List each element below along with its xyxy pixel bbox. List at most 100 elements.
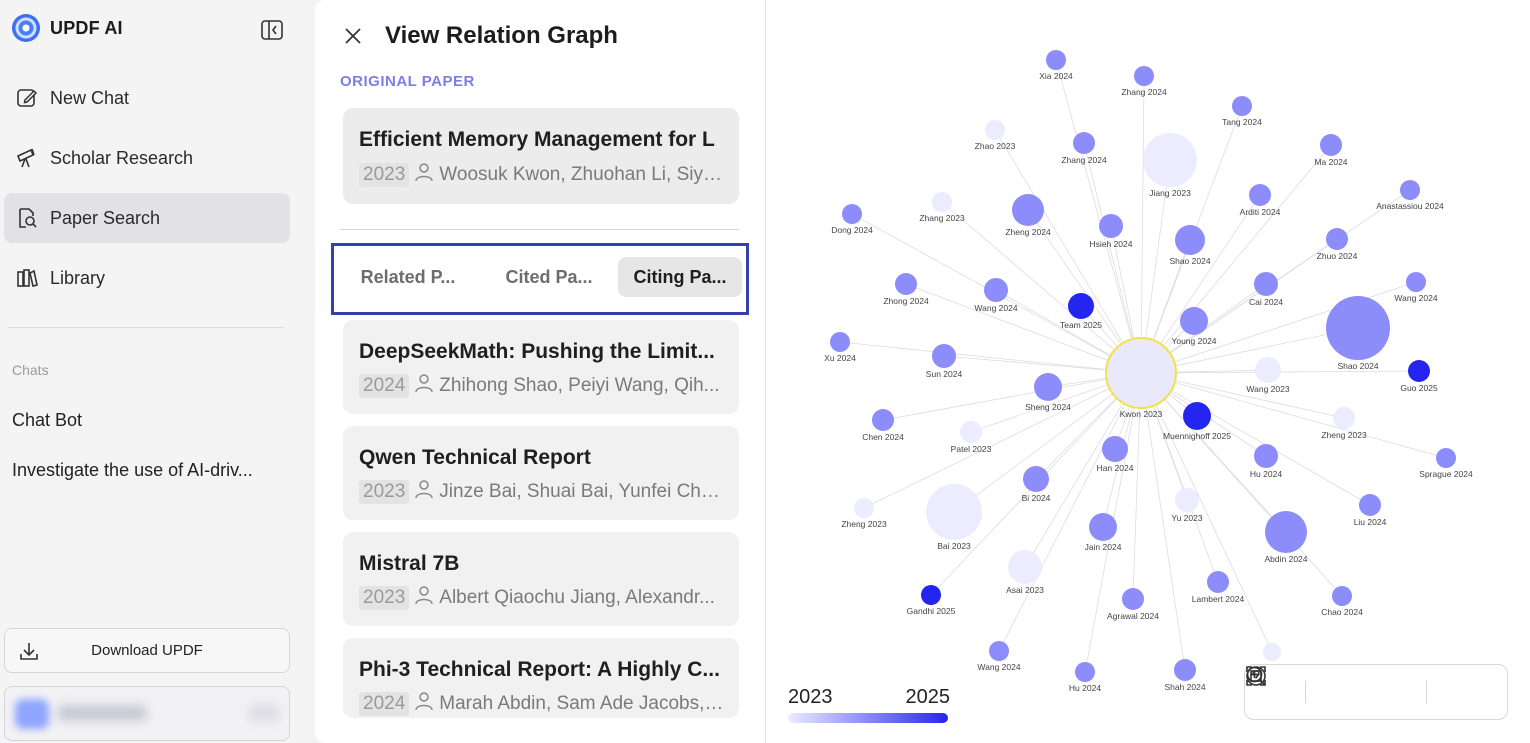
collapse-sidebar-icon[interactable] (261, 20, 283, 40)
sidebar-item-label: Paper Search (50, 207, 161, 228)
graph-node[interactable] (921, 585, 941, 605)
graph-node[interactable] (985, 120, 1005, 140)
graph-node-label: Sun 2024 (926, 369, 963, 379)
graph-node[interactable] (1400, 180, 1420, 200)
zoom-in-icon[interactable] (1246, 666, 1366, 712)
graph-node[interactable] (1008, 550, 1042, 584)
graph-node[interactable] (1046, 50, 1066, 70)
graph-node[interactable] (1180, 307, 1208, 335)
graph-node[interactable] (1183, 402, 1211, 430)
paper-card[interactable]: Qwen Technical Report 2023 Jinze Bai, Sh… (343, 426, 739, 520)
graph-node[interactable] (1232, 96, 1252, 116)
graph-node[interactable] (1332, 586, 1352, 606)
graph-node[interactable] (984, 278, 1008, 302)
graph-node-label: Zheng 2024 (1005, 227, 1051, 237)
graph-node-label: Liu 2024 (1354, 517, 1387, 527)
graph-node[interactable] (830, 332, 850, 352)
graph-node[interactable] (1249, 184, 1271, 206)
graph-node[interactable] (1359, 494, 1381, 516)
graph-node[interactable] (872, 409, 894, 431)
sidebar-item-library[interactable]: Library (4, 253, 290, 303)
graph-node-label: Zhang 2024 (1061, 155, 1107, 165)
relation-graph-panel: View Relation Graph ORIGINAL PAPER Effic… (315, 0, 765, 743)
graph-node[interactable] (1034, 373, 1062, 401)
person-icon (415, 585, 434, 611)
help-icon[interactable] (1246, 666, 1487, 712)
graph-node[interactable] (1408, 360, 1430, 382)
sidebar-item-scholar-research[interactable]: Scholar Research (4, 133, 290, 183)
graph-node[interactable] (1102, 436, 1128, 462)
graph-node[interactable] (926, 484, 982, 540)
graph-node[interactable] (1406, 272, 1426, 292)
paper-title: Phi-3 Technical Report: A Highly C... (359, 658, 720, 681)
graph-node-label: Cai 2024 (1249, 297, 1283, 307)
paper-authors: Jinze Bai, Shuai Bai, Yunfei Chu, ... (439, 481, 725, 502)
graph-node-label: Zhao 2023 (975, 141, 1016, 151)
graph-node[interactable] (895, 273, 917, 295)
graph-node[interactable] (1143, 133, 1197, 187)
graph-node[interactable] (1122, 588, 1144, 610)
graph-node[interactable] (1255, 357, 1281, 383)
user-account-card[interactable] (4, 686, 290, 741)
graph-node-label: Jain 2024 (1085, 542, 1122, 552)
graph-node[interactable] (1023, 466, 1049, 492)
paper-year: 2024 (359, 374, 410, 398)
graph-node[interactable] (1254, 272, 1278, 296)
graph-node[interactable] (932, 192, 952, 212)
graph-node[interactable] (854, 498, 874, 518)
chat-item[interactable]: Investigate the use of AI-driv... (12, 460, 282, 481)
graph-node-label: Wang 2023 (1246, 384, 1289, 394)
graph-node[interactable] (1436, 448, 1456, 468)
original-paper-card[interactable]: Efficient Memory Management for L 2023 W… (343, 108, 739, 204)
graph-node[interactable] (1075, 662, 1095, 682)
graph-node[interactable] (1207, 571, 1229, 593)
tab-cited-papers[interactable]: Cited Pa... (486, 257, 612, 297)
graph-node[interactable] (932, 344, 956, 368)
user-name-blurred (57, 705, 147, 721)
search-document-icon (14, 205, 40, 231)
paper-year: 2023 (359, 163, 410, 187)
graph-node[interactable] (1134, 66, 1154, 86)
graph-node-label: Anastassiou 2024 (1376, 201, 1444, 211)
paper-meta: 2023 Woosuk Kwon, Zhuohan Li, Siyu... (359, 162, 725, 188)
paper-card[interactable]: Mistral 7B 2023 Albert Qiaochu Jiang, Al… (343, 532, 739, 626)
tab-citing-papers[interactable]: Citing Pa... (618, 257, 742, 297)
person-icon (415, 373, 434, 399)
graph-node[interactable] (1099, 214, 1123, 238)
graph-edge (839, 341, 1142, 374)
graph-node[interactable] (1175, 488, 1199, 512)
graph-center-node[interactable] (1105, 337, 1177, 409)
graph-node[interactable] (842, 204, 862, 224)
graph-node[interactable] (1265, 511, 1307, 553)
graph-node[interactable] (989, 641, 1009, 661)
graph-node-label: Zhang 2023 (919, 213, 965, 223)
close-icon[interactable] (343, 26, 363, 46)
graph-node[interactable] (1174, 659, 1196, 681)
graph-node[interactable] (1089, 513, 1117, 541)
graph-node[interactable] (1326, 228, 1348, 250)
graph-node[interactable] (1068, 293, 1094, 319)
sidebar-item-paper-search[interactable]: Paper Search (4, 193, 290, 243)
graph-node[interactable] (1073, 132, 1095, 154)
download-updf-button[interactable]: Download UPDF (4, 628, 290, 673)
sidebar-item-new-chat[interactable]: New Chat (4, 73, 290, 123)
graph-node[interactable] (1333, 407, 1355, 429)
graph-node[interactable] (1012, 194, 1044, 226)
brand[interactable]: UPDF AI (12, 14, 123, 42)
graph-node-label: Arditi 2024 (1240, 207, 1281, 217)
graph-node-label: Sheng 2024 (1025, 402, 1071, 412)
relation-graph[interactable]: Xia 2024 Zhang 2024 Tang 2024 Zhao 2023 Zhan… (765, 0, 1530, 743)
graph-node[interactable] (960, 421, 982, 443)
graph-node[interactable] (1320, 134, 1342, 156)
zoom-out-icon[interactable] (1246, 666, 1426, 712)
paper-card[interactable]: DeepSeekMath: Pushing the Limit... 2024 … (343, 320, 739, 414)
relation-graph-canvas[interactable]: Xia 2024 Zhang 2024 Tang 2024 Zhao 2023 Zhan… (766, 0, 1530, 743)
sidebar-item-label: Library (50, 267, 106, 288)
tab-related-papers[interactable]: Related P... (340, 257, 476, 297)
chat-item[interactable]: Chat Bot (12, 410, 282, 431)
graph-node[interactable] (1175, 225, 1205, 255)
graph-node[interactable] (1254, 444, 1278, 468)
paper-card[interactable]: Phi-3 Technical Report: A Highly C... 20… (343, 638, 739, 718)
graph-node[interactable] (1263, 643, 1281, 661)
graph-node[interactable] (1326, 296, 1390, 360)
